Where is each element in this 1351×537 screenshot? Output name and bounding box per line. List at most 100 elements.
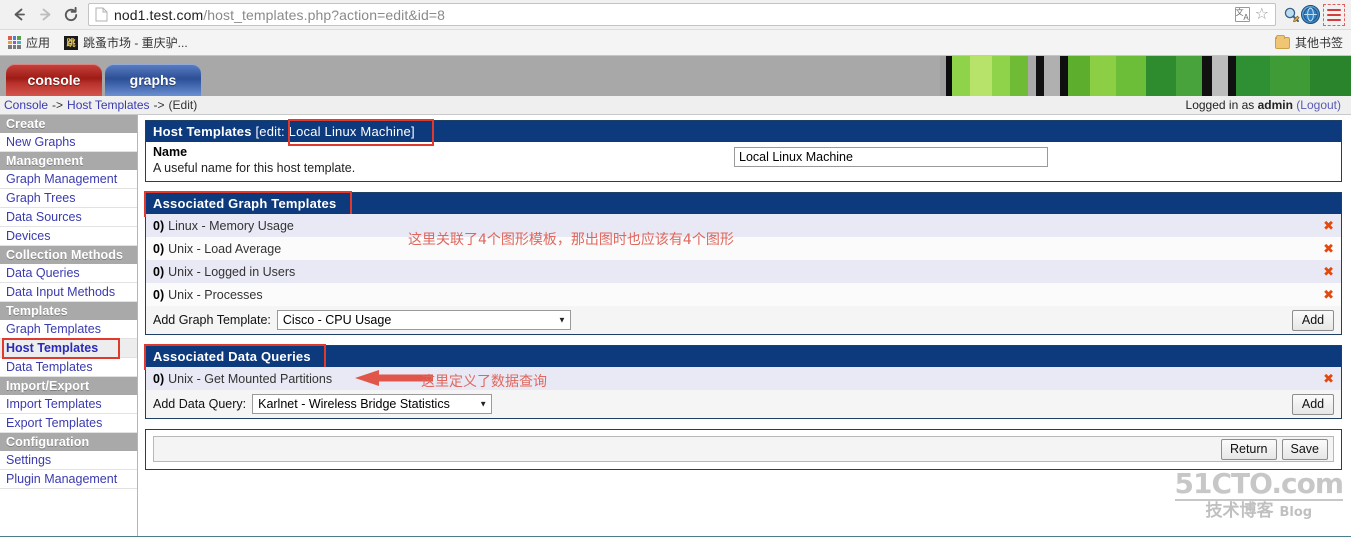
tab-console[interactable]: console <box>6 64 102 96</box>
sidebar-item-import-templates[interactable]: Import Templates <box>0 395 137 414</box>
associated-graph-templates-title: Associated Graph Templates <box>146 193 1341 215</box>
row-name: Unix - Load Average <box>168 241 282 256</box>
add-data-query-button[interactable]: Add <box>1292 393 1334 415</box>
url-path: /host_templates.php?action=edit&id=8 <box>203 6 446 23</box>
sidebar-item-plugin-management[interactable]: Plugin Management <box>0 470 137 489</box>
name-field-input-wrap <box>734 145 1334 167</box>
sidebar-item-data-queries[interactable]: Data Queries <box>0 264 137 283</box>
graph-template-row[interactable]: 0) Unix - Processes ✖ <box>146 283 1341 307</box>
associated-data-queries-title: Associated Data Queries <box>146 346 1341 368</box>
tab-graphs-label: graphs <box>129 72 177 88</box>
tab-console-label: console <box>27 72 81 88</box>
add-data-query-label: Add Data Query: <box>153 397 247 412</box>
delete-x-icon[interactable]: ✖ <box>1323 219 1334 232</box>
name-description: A useful name for this host template. <box>153 160 356 175</box>
action-panel: Return Save <box>145 429 1342 471</box>
logout-link[interactable]: (Logout) <box>1296 98 1341 112</box>
graph-template-row[interactable]: 0) Unix - Logged in Users ✖ <box>146 260 1341 284</box>
row-name: Unix - Logged in Users <box>168 264 296 279</box>
site-favicon: 跳 <box>64 35 79 50</box>
sidebar-item-graph-management[interactable]: Graph Management <box>0 170 137 189</box>
add-graph-template-label: Add Graph Template: <box>153 313 271 328</box>
add-graph-template-row: Add Graph Template: Cisco - CPU Usage Ad… <box>146 306 1341 335</box>
sidebar-header-create: Create <box>0 115 137 133</box>
row-name: Unix - Get Mounted Partitions <box>168 371 333 386</box>
watermark-subtitle: 技术博客 Blog <box>1175 503 1343 520</box>
host-templates-panel: Host Templates [edit: Local Linux Machin… <box>145 119 1342 183</box>
name-field-label: Name A useful name for this host templat… <box>153 145 734 176</box>
data-query-row[interactable]: 0) Unix - Get Mounted Partitions ✖ <box>146 367 1341 391</box>
sidebar-item-graph-trees[interactable]: Graph Trees <box>0 189 137 208</box>
row-name: Linux - Memory Usage <box>168 218 294 233</box>
row-name: Unix - Processes <box>168 287 263 302</box>
add-graph-template-select[interactable]: Cisco - CPU Usage <box>276 310 571 331</box>
sidebar-item-export-templates[interactable]: Export Templates <box>0 414 137 433</box>
return-button[interactable]: Return <box>1220 438 1277 460</box>
sidebar-item-host-templates[interactable]: Host Templates <box>0 339 137 358</box>
breadcrumb-separator-2: -> <box>153 98 165 112</box>
sidebar-item-host-templates-wrap: Host Templates <box>0 338 137 359</box>
cacti-logo-graphic <box>940 56 1351 96</box>
logged-in-prefix: Logged in as <box>1185 98 1255 112</box>
breadcrumb-console[interactable]: Console <box>4 98 48 112</box>
hamburger-menu-icon[interactable] <box>1323 3 1345 26</box>
save-button[interactable]: Save <box>1281 438 1328 460</box>
tab-graphs[interactable]: graphs <box>105 64 201 96</box>
sidebar-item-data-input-methods[interactable]: Data Input Methods <box>0 283 137 302</box>
row-index: 0) <box>153 264 165 279</box>
watermark-title: 51CTO.com <box>1174 467 1344 501</box>
sidebar-header-templates: Templates <box>0 302 137 320</box>
sidebar-item-data-templates[interactable]: Data Templates <box>0 358 137 377</box>
add-graph-template-button[interactable]: Add <box>1292 309 1334 331</box>
name-label: Name <box>153 145 188 159</box>
delete-x-icon[interactable]: ✖ <box>1323 372 1334 385</box>
cacti-tab-bar: console graphs <box>0 64 201 96</box>
breadcrumb-host-templates[interactable]: Host Templates <box>67 98 149 112</box>
delete-x-icon[interactable]: ✖ <box>1323 288 1334 301</box>
logged-in-user: admin <box>1257 98 1293 112</box>
star-icon[interactable]: ☆ <box>1255 6 1269 23</box>
other-bookmarks-label: 其他书签 <box>1294 36 1343 50</box>
breadcrumb-separator-1: -> <box>52 98 64 112</box>
translate-icon[interactable] <box>1234 7 1250 22</box>
page-document-icon <box>95 7 108 22</box>
action-button-bar: Return Save <box>153 436 1334 463</box>
sidebar-item-devices[interactable]: Devices <box>0 227 137 246</box>
name-input[interactable] <box>734 147 1048 167</box>
back-arrow-icon[interactable] <box>6 2 32 28</box>
row-index: 0) <box>153 241 165 256</box>
bookmark-label: 跳蚤市场 - 重庆驴... <box>83 36 188 50</box>
watermark-en: Blog <box>1279 505 1313 520</box>
reload-icon[interactable] <box>58 2 84 28</box>
magnifier-pencil-extension-icon[interactable] <box>1282 5 1301 24</box>
page-body: Create New Graphs Management Graph Manag… <box>0 115 1351 537</box>
row-index: 0) <box>153 287 165 302</box>
url-host: nod1.test.com <box>114 6 204 23</box>
sidebar-header-collection-methods: Collection Methods <box>0 246 137 264</box>
sidebar-item-graph-templates[interactable]: Graph Templates <box>0 320 137 339</box>
panel-title-main: Host Templates <box>153 124 252 139</box>
delete-x-icon[interactable]: ✖ <box>1323 242 1334 255</box>
sidebar-item-data-sources[interactable]: Data Sources <box>0 208 137 227</box>
graph-template-row[interactable]: 0) Unix - Load Average ✖ <box>146 237 1341 261</box>
cacti-page: console graphs Console -> Host Templates… <box>0 56 1351 537</box>
forward-arrow-icon[interactable] <box>32 2 58 28</box>
delete-x-icon[interactable]: ✖ <box>1323 265 1334 278</box>
sidebar-header-configuration: Configuration <box>0 433 137 451</box>
bookmark-item[interactable]: 跳 跳蚤市场 - 重庆驴... <box>64 34 188 51</box>
sidebar-item-new-graphs[interactable]: New Graphs <box>0 133 137 152</box>
add-data-query-select[interactable]: Karlnet - Wireless Bridge Statistics <box>252 394 493 415</box>
address-bar[interactable]: nod1.test.com/host_templates.php?action=… <box>88 3 1276 26</box>
other-bookmarks-button[interactable]: 其他书签 <box>1274 34 1343 51</box>
graph-template-row[interactable]: 0) Linux - Memory Usage ✖ <box>146 214 1341 238</box>
row-index: 0) <box>153 371 165 386</box>
watermark-cn: 技术博客 <box>1205 501 1274 521</box>
apps-shortcut[interactable]: 应用 <box>8 34 50 51</box>
name-field-row: Name A useful name for this host templat… <box>146 142 1341 182</box>
sidebar-header-management: Management <box>0 152 137 170</box>
sidebar-item-settings[interactable]: Settings <box>0 451 137 470</box>
session-status: Logged in as admin (Logout) <box>1186 98 1347 112</box>
blue-globe-extension-icon[interactable] <box>1301 5 1320 24</box>
bookmarks-bar: 应用 跳 跳蚤市场 - 重庆驴... 其他书签 <box>0 29 1351 55</box>
address-bar-url: nod1.test.com/host_templates.php?action=… <box>114 7 445 23</box>
